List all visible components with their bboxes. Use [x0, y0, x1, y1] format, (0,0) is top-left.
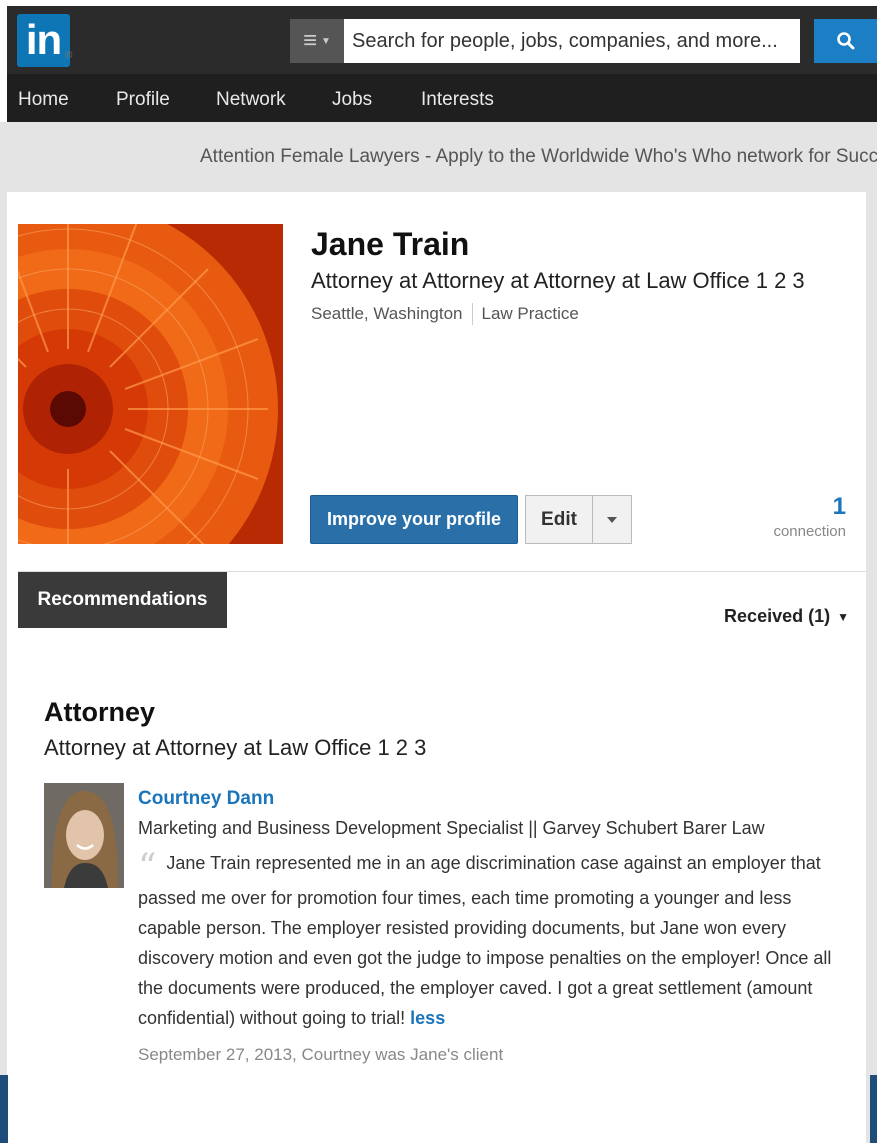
- recommendation-position-title: Attorney: [44, 697, 156, 727]
- chevron-down-icon: [607, 516, 617, 523]
- recommendation-date: September 27, 2013, Courtney was Jane's …: [138, 1045, 504, 1064]
- recommender-role: Marketing and Business Development Speci…: [138, 818, 765, 838]
- nav-interests[interactable]: Interests: [421, 74, 494, 122]
- connections-label: connection: [773, 523, 846, 540]
- search-type-menu[interactable]: ≡ ▼: [290, 19, 344, 63]
- chevron-down-icon: ▼: [837, 609, 849, 624]
- recommendation-position-company: Attorney at Attorney at Law Office 1 2 3: [44, 735, 427, 760]
- connections-count[interactable]: 1: [833, 493, 846, 521]
- search-icon: [836, 32, 854, 50]
- received-filter-label: Received (1): [724, 606, 831, 626]
- window-edge-left: [0, 1075, 8, 1143]
- recommender-avatar-image: [44, 783, 124, 888]
- tab-recommendations[interactable]: Recommendations: [18, 572, 227, 628]
- nav-jobs[interactable]: Jobs: [332, 74, 372, 122]
- less-link[interactable]: less: [410, 1008, 445, 1028]
- main-nav: Home Profile Network Jobs Interests: [7, 74, 877, 122]
- registered-mark: ®: [65, 50, 73, 61]
- profile-headline: Attorney at Attorney at Attorney at Law …: [311, 268, 805, 293]
- recommendation-body: Jane Train represented me in an age disc…: [138, 853, 832, 1028]
- edit-dropdown-button[interactable]: [592, 495, 632, 544]
- chevron-down-icon: ▼: [321, 35, 331, 47]
- improve-profile-button[interactable]: Improve your profile: [310, 495, 518, 544]
- profile-photo-image: [18, 224, 283, 544]
- recommender-avatar[interactable]: [44, 783, 124, 888]
- separator: [471, 303, 473, 325]
- edit-button[interactable]: Edit: [525, 495, 593, 544]
- recommender-name-link[interactable]: Courtney Dann: [138, 788, 274, 810]
- profile-location[interactable]: Seattle, Washington: [311, 304, 463, 324]
- nav-profile[interactable]: Profile: [116, 74, 170, 122]
- profile-name: Jane Train: [311, 226, 470, 262]
- nav-network[interactable]: Network: [216, 74, 286, 122]
- nav-home[interactable]: Home: [18, 74, 69, 122]
- search-input[interactable]: [344, 19, 800, 63]
- window-edge-right: [870, 1075, 877, 1143]
- page-background-right: [866, 192, 877, 1143]
- received-filter-dropdown[interactable]: Received (1) ▼: [724, 606, 849, 627]
- ad-banner-text[interactable]: Attention Female Lawyers - Apply to the …: [200, 146, 877, 168]
- location-industry-row: Seattle, Washington Law Practice: [311, 303, 579, 325]
- search-button[interactable]: [814, 19, 877, 63]
- profile-photo[interactable]: [18, 224, 283, 544]
- recommendation-text: “Jane Train represented me in an age dis…: [138, 848, 851, 1033]
- quote-icon: “: [138, 847, 157, 888]
- profile-industry[interactable]: Law Practice: [482, 304, 579, 324]
- linkedin-logo[interactable]: in: [17, 14, 70, 67]
- menu-icon: ≡: [303, 27, 318, 54]
- top-bar: in ® ≡ ▼: [7, 6, 877, 74]
- ad-banner[interactable]: Attention Female Lawyers - Apply to the …: [7, 122, 877, 192]
- page-background-left: [0, 122, 7, 1143]
